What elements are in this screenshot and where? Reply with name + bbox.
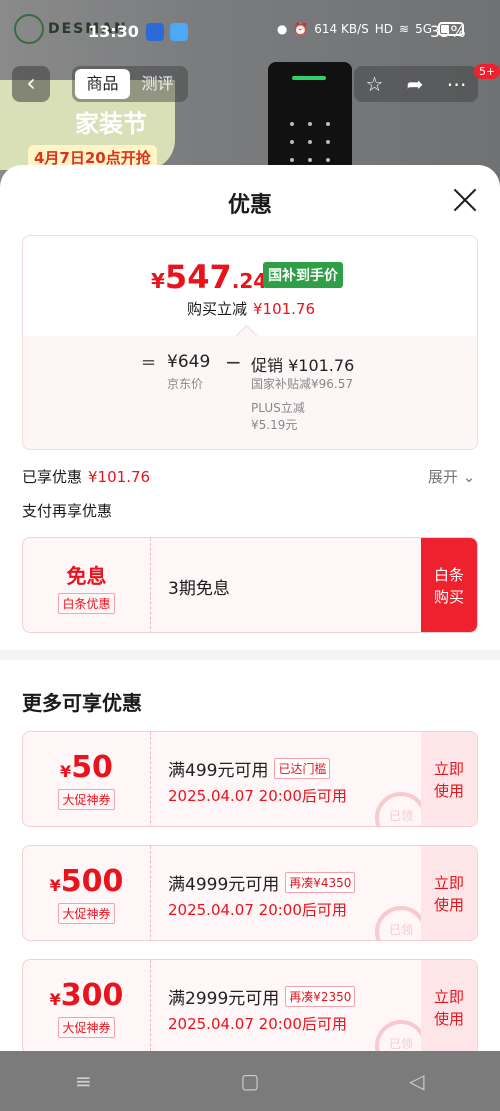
pay-more-title: 支付再享优惠 <box>22 502 113 520</box>
chevron-down-icon: ⌄ <box>462 468 476 486</box>
coupon-amount: ¥50 <box>60 750 113 785</box>
clock: 13:30 <box>88 22 139 41</box>
menu-icon[interactable]: ≡ <box>53 1069 113 1093</box>
expand-toggle[interactable]: 展开 ⌄ <box>428 466 475 487</box>
net-speed: 614 KB/S <box>314 22 369 36</box>
claimed-stamp-icon: 已领 <box>375 792 427 826</box>
coupon-card: ¥500 大促神券 满4999元可用 再凑¥4350 2025.04.07 20:… <box>22 845 478 941</box>
use-now-button[interactable]: 立即 使用 <box>421 732 477 826</box>
coupon-pill: 大促神券 <box>58 903 115 924</box>
price-summary: ¥ 547 .24 国补到手价 购买立减 ¥101.76 = ¥649 京东价 −… <box>22 235 478 450</box>
coupon-condition: 满2999元可用 <box>168 989 280 1009</box>
back-arrow-icon[interactable]: ‹ <box>12 66 50 102</box>
tab-switch: 商品 测评 <box>72 66 188 102</box>
interest-free-title: 免息 <box>66 564 107 588</box>
claimed-stamp-icon: 已领 <box>375 1020 427 1051</box>
minus-sign: − <box>225 350 242 374</box>
coupon-tag: 已达门槛 <box>274 758 331 779</box>
equals-sign: = <box>141 352 157 373</box>
baitiao-left: 免息 白条优惠 <box>23 538 151 632</box>
product-nav: ‹ 商品 测评 ☆ ➦ ⋯ 5+ <box>0 64 500 104</box>
enjoyed-discount: 已享优惠 ¥101.76 <box>22 468 151 486</box>
use-now-button[interactable]: 立即 使用 <box>421 960 477 1051</box>
use-now-button[interactable]: 立即 使用 <box>421 846 477 940</box>
coupon-pill: 大促神券 <box>58 789 115 810</box>
baitiao-desc: 3期免息 <box>168 579 230 599</box>
coupon-amount: ¥300 <box>49 978 124 1013</box>
tab-product[interactable]: 商品 <box>75 69 130 99</box>
coupon-tag: 再凑¥2350 <box>285 986 356 1007</box>
baitiao-pill: 白条优惠 <box>58 593 115 614</box>
promo-amount: 促销 ¥101.76 <box>251 356 355 375</box>
plus-value: ¥5.19元 <box>251 418 298 432</box>
price-breakdown-bg <box>23 336 477 449</box>
action-group: ☆ ➦ ⋯ <box>354 66 478 102</box>
promo-title: 家装节 <box>75 110 147 138</box>
back-icon[interactable]: ◁ <box>387 1069 447 1093</box>
more-icon[interactable]: ⋯ <box>446 72 466 96</box>
coupon-time: 2025.04.07 20:00后可用 <box>168 787 347 805</box>
system-nav-bar: ≡ ▢ ◁ <box>0 1051 500 1111</box>
message-badge: 5+ <box>474 64 500 79</box>
home-icon[interactable]: ▢ <box>220 1069 280 1093</box>
drop-icon: ● <box>276 22 288 36</box>
jd-price-label: 京东价 <box>167 377 204 391</box>
battery-percent: 35% <box>430 22 466 41</box>
coupon-card: ¥50 大促神券 满499元可用 已达门槛 2025.04.07 20:00后可用… <box>22 731 478 827</box>
coupon-tag: 再凑¥4350 <box>285 872 356 893</box>
share-icon[interactable]: ➦ <box>407 72 424 96</box>
hd-icon: HD <box>374 22 393 36</box>
buy-cut-row: 购买立减 ¥101.76 <box>186 300 316 318</box>
baitiao-card: 免息 白条优惠 3期免息 白条 购买 <box>22 537 478 633</box>
more-offers-title: 更多可享优惠 <box>22 691 142 715</box>
alarm-icon: ⏰ <box>293 22 309 36</box>
tab-review[interactable]: 测评 <box>130 69 185 99</box>
status-bar: DESMAN 13:30 ● ⏰ 614 KB/S HD ≋ 5G 35% <box>0 14 500 50</box>
coupon-card: ¥300 大促神券 满2999元可用 再凑¥2350 2025.04.07 20:… <box>22 959 478 1051</box>
close-icon[interactable] <box>452 187 478 213</box>
coupon-condition: 满4999元可用 <box>168 875 280 895</box>
brand-logo-icon <box>14 14 44 44</box>
app-notify-icon-2 <box>170 23 188 41</box>
divider-band <box>0 650 500 660</box>
coupon-time: 2025.04.07 20:00后可用 <box>168 1015 347 1033</box>
plus-label: PLUS立减 <box>251 401 305 415</box>
jd-price: ¥649 <box>167 352 211 372</box>
final-price: ¥ 547 .24 <box>151 258 268 296</box>
discount-sheet: 优惠 ¥ 547 .24 国补到手价 购买立减 ¥101.76 = ¥649 京东… <box>0 165 500 1051</box>
coupon-pill: 大促神券 <box>58 1017 115 1038</box>
coupon-time: 2025.04.07 20:00后可用 <box>168 901 347 919</box>
coupon-condition: 满499元可用 <box>168 761 269 781</box>
app-notify-icon <box>146 23 164 41</box>
wifi-icon: ≋ <box>399 22 410 36</box>
sheet-title: 优惠 <box>227 193 272 218</box>
coupon-amount: ¥500 <box>49 864 124 899</box>
claimed-stamp-icon: 已领 <box>375 906 427 940</box>
star-icon[interactable]: ☆ <box>366 72 384 96</box>
subsidy-tag: 国补到手价 <box>263 262 343 288</box>
baitiao-buy-button[interactable]: 白条 购买 <box>421 538 477 632</box>
subsidy-detail: 国家补贴减¥96.57 <box>251 377 353 391</box>
